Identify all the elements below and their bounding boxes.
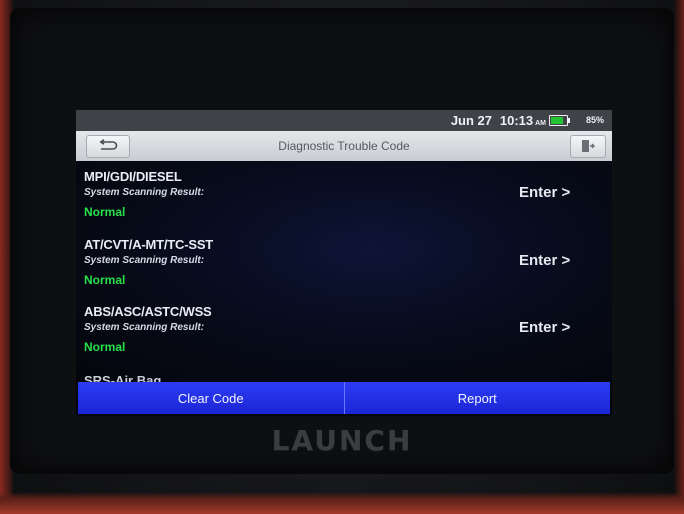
status-time: 10:13 AM bbox=[500, 113, 546, 128]
status-badge: Normal bbox=[84, 205, 126, 219]
page-title: Diagnostic Trouble Code bbox=[278, 139, 410, 153]
status-date: Jun 27 bbox=[450, 113, 492, 128]
status-bar: Jun 27 10:13 AM 85% bbox=[76, 110, 612, 131]
status-badge: Normal bbox=[84, 273, 126, 287]
system-list: MPI/GDI/DIESEL System Scanning Result: N… bbox=[76, 161, 612, 383]
report-button[interactable]: Report bbox=[343, 382, 610, 414]
list-item: AT/CVT/A-MT/TC-SST System Scanning Resul… bbox=[76, 237, 612, 305]
brand-logo: LAUNCH bbox=[271, 424, 413, 457]
device-screen: Jun 27 10:13 AM 85% Diagnostic Trouble Co… bbox=[76, 110, 612, 416]
status-badge: Normal bbox=[84, 340, 126, 354]
list-item: MPI/GDI/DIESEL System Scanning Result: N… bbox=[76, 169, 612, 237]
result-label: System Scanning Result: bbox=[84, 322, 205, 333]
result-label: System Scanning Result: bbox=[84, 187, 205, 198]
bottom-action-bar: Clear Code Report bbox=[78, 382, 610, 414]
system-name: AT/CVT/A-MT/TC-SST bbox=[84, 237, 214, 252]
list-item: ABS/ASC/ASTC/WSS System Scanning Result:… bbox=[76, 304, 612, 372]
clock-time: 10:13 bbox=[499, 113, 534, 128]
clear-code-button[interactable]: Clear Code bbox=[78, 382, 344, 414]
enter-button[interactable]: Enter > bbox=[519, 184, 570, 201]
battery-percent: 85% bbox=[585, 115, 604, 125]
system-name: ABS/ASC/ASTC/WSS bbox=[84, 304, 212, 319]
exit-button[interactable] bbox=[570, 135, 606, 158]
device-edge bbox=[0, 492, 684, 514]
title-bar: Diagnostic Trouble Code bbox=[76, 131, 612, 161]
system-name: MPI/GDI/DIESEL bbox=[84, 169, 182, 184]
result-label: System Scanning Result: bbox=[84, 255, 205, 266]
enter-button[interactable]: Enter > bbox=[519, 252, 570, 269]
exit-door-icon bbox=[582, 140, 595, 152]
enter-button[interactable]: Enter > bbox=[519, 319, 570, 336]
battery-level-fill bbox=[551, 117, 563, 124]
battery-icon bbox=[549, 115, 570, 126]
clock-ampm: AM bbox=[535, 120, 546, 127]
